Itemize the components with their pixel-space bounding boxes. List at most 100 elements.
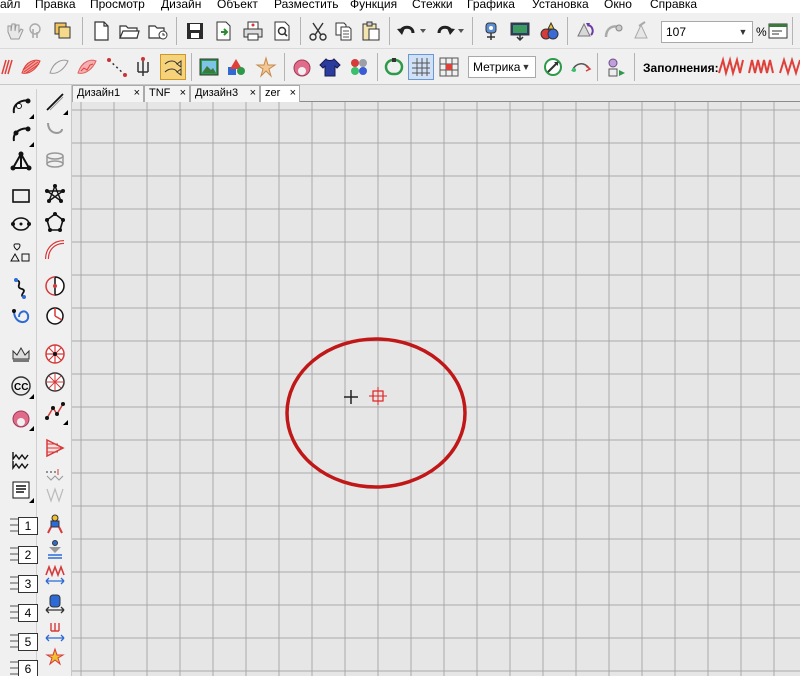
menu-view[interactable]: Просмотр xyxy=(90,0,145,12)
starfish-icon[interactable] xyxy=(253,54,279,80)
outline-leaf-icon[interactable] xyxy=(46,54,72,80)
print-preview-icon[interactable] xyxy=(269,18,295,44)
touch-icon[interactable] xyxy=(22,18,48,44)
hoop-icon[interactable] xyxy=(381,54,407,80)
grid-toggle-icon[interactable] xyxy=(408,54,434,80)
copy-icon[interactable] xyxy=(331,18,357,44)
freehand-tool-icon[interactable] xyxy=(8,275,34,301)
zoom-dropdown-icon[interactable]: ▼ xyxy=(736,22,750,42)
close-icon[interactable]: × xyxy=(250,86,256,101)
fish-motif-icon[interactable] xyxy=(160,54,186,80)
zoom-combo[interactable]: 107 ▼ xyxy=(661,21,753,43)
flip-design-icon[interactable] xyxy=(601,18,627,44)
open-folder-icon[interactable] xyxy=(116,18,142,44)
slow-redraw-icon[interactable] xyxy=(603,54,629,80)
show-path-icon[interactable] xyxy=(568,54,594,80)
design-origin-marker-icon[interactable] xyxy=(369,387,387,405)
sequence-fork-icon[interactable] xyxy=(42,619,68,645)
satin-stitch-icon[interactable] xyxy=(0,54,20,80)
fill-leaf-icon[interactable] xyxy=(18,54,44,80)
edit-path-icon[interactable] xyxy=(8,303,34,329)
rectangle-tool-icon[interactable] xyxy=(8,183,34,209)
pie-tool-icon[interactable] xyxy=(42,303,68,329)
units-dropdown-icon[interactable]: ▼ xyxy=(519,57,533,77)
menu-stitches[interactable]: Стежки xyxy=(412,0,453,12)
arc-tool-icon[interactable] xyxy=(42,115,68,141)
measure-icon[interactable] xyxy=(540,54,566,80)
stitch-player-icon[interactable] xyxy=(478,18,504,44)
appliqué-tool-icon[interactable] xyxy=(8,405,34,431)
sequence-dual-icon[interactable] xyxy=(42,537,68,563)
menu-edit[interactable]: Правка xyxy=(35,0,76,12)
zoom-window-icon[interactable] xyxy=(765,18,791,44)
tab-design1[interactable]: Дизайн1 × xyxy=(72,85,144,102)
sequin-icon[interactable] xyxy=(346,54,372,80)
print-icon[interactable] xyxy=(240,18,266,44)
sequence-4-tool[interactable]: 4 xyxy=(8,600,38,626)
picture-import-icon[interactable] xyxy=(196,54,222,80)
menu-window[interactable]: Окно xyxy=(604,0,632,12)
menu-design[interactable]: Дизайн xyxy=(161,0,201,12)
appliqué-icon[interactable] xyxy=(289,54,315,80)
diagonal-line-tool-icon[interactable] xyxy=(42,89,68,115)
menu-object[interactable]: Объект xyxy=(217,0,258,12)
tab-tnf[interactable]: TNF × xyxy=(144,85,190,102)
polygon-tool-icon[interactable] xyxy=(8,149,34,175)
rotate-design-icon[interactable] xyxy=(572,18,598,44)
triangle-fill-tool-icon[interactable] xyxy=(42,435,68,461)
save-icon[interactable] xyxy=(182,18,208,44)
copy-stack-icon[interactable] xyxy=(50,18,76,44)
sequence-spool-icon[interactable] xyxy=(42,591,68,617)
redo-icon[interactable] xyxy=(432,18,458,44)
star-shape-tool-icon[interactable] xyxy=(42,181,68,207)
sequence-3-tool[interactable]: 3 xyxy=(8,571,38,597)
fill-zigzag-1-icon[interactable] xyxy=(718,54,744,80)
menu-graphics[interactable]: Графика xyxy=(467,0,515,12)
design-canvas[interactable] xyxy=(72,102,800,676)
new-file-icon[interactable] xyxy=(88,18,114,44)
bezier-tool-icon[interactable] xyxy=(8,93,34,119)
paste-icon[interactable] xyxy=(358,18,384,44)
close-icon[interactable]: × xyxy=(134,86,140,101)
ellipse-tool-icon[interactable] xyxy=(8,211,34,237)
open-recent-icon[interactable] xyxy=(145,18,171,44)
motif-stitch-icon[interactable] xyxy=(130,54,156,80)
sequence-1-tool[interactable]: 1 xyxy=(8,513,38,539)
arc-band-tool-icon[interactable] xyxy=(42,237,68,263)
units-combo[interactable]: Метрика ▼ xyxy=(468,56,536,78)
cut-icon[interactable] xyxy=(305,18,331,44)
fill-zigzag-2-icon[interactable] xyxy=(748,54,774,80)
menu-file[interactable]: айл xyxy=(0,0,20,12)
undo-dropdown-icon[interactable] xyxy=(418,18,428,44)
hatch-fill-tool-icon[interactable] xyxy=(42,481,68,507)
monogram-tool-icon[interactable]: CC xyxy=(8,373,34,399)
shirt-icon[interactable] xyxy=(317,54,343,80)
tab-zer[interactable]: zer × xyxy=(260,85,300,102)
shape-library-icon[interactable] xyxy=(8,239,34,265)
redo-dropdown-icon[interactable] xyxy=(456,18,466,44)
menu-function[interactable]: Функция xyxy=(350,0,397,12)
close-icon[interactable]: × xyxy=(290,86,296,101)
undo-icon[interactable] xyxy=(394,18,420,44)
tab-design3[interactable]: Дизайн3 × xyxy=(190,85,260,102)
shapes-icon[interactable] xyxy=(224,54,250,80)
monitor-travel-icon[interactable] xyxy=(507,18,533,44)
menu-help[interactable]: Справка xyxy=(650,0,697,12)
sequence-6-tool[interactable]: 6 xyxy=(8,656,38,676)
menu-arrange[interactable]: Разместить xyxy=(274,0,339,12)
mirror-design-icon[interactable] xyxy=(629,18,655,44)
menu-settings[interactable]: Установка xyxy=(532,0,589,12)
textured-leaf-icon[interactable] xyxy=(74,54,100,80)
curve-tool-icon[interactable] xyxy=(8,121,34,147)
cylinder-tool-icon[interactable] xyxy=(42,147,68,173)
crown-tool-icon[interactable] xyxy=(8,341,34,367)
sequence-star-icon[interactable] xyxy=(42,645,68,671)
notes-tool-icon[interactable] xyxy=(8,477,34,503)
save-as-icon[interactable] xyxy=(211,18,237,44)
close-icon[interactable]: × xyxy=(180,86,186,101)
radial-line-tool-icon[interactable] xyxy=(42,369,68,395)
grid-snap-icon[interactable] xyxy=(436,54,462,80)
sequence-robot-icon[interactable] xyxy=(42,511,68,537)
zigzag-points-tool-icon[interactable] xyxy=(42,399,68,425)
sequence-2-tool[interactable]: 2 xyxy=(8,542,38,568)
